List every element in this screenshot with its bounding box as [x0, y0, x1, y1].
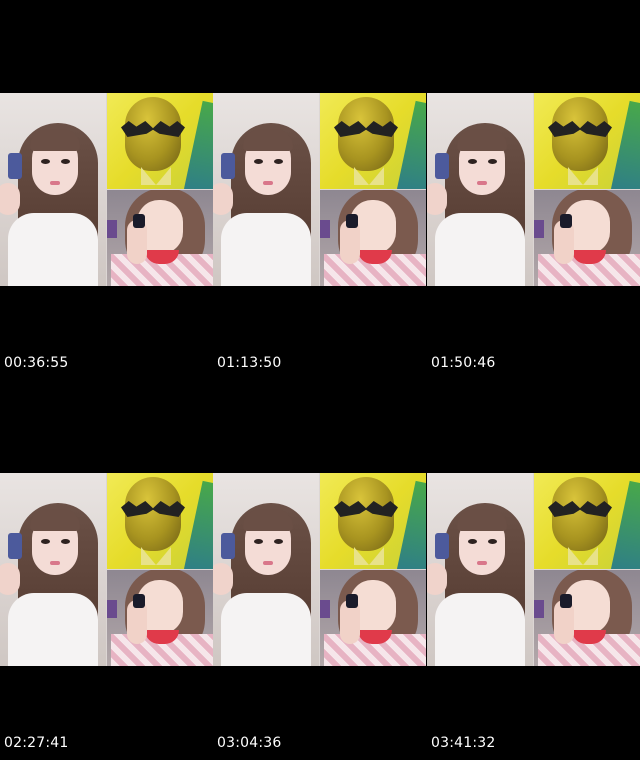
timestamp-label: 03:41:32	[431, 735, 496, 751]
thumbnail-grid: 00:36:55 01:13:50 01:50:46 02:27:41 03:0…	[0, 0, 640, 759]
video-frame[interactable]	[213, 93, 426, 286]
thumbnail-4[interactable]: 02:27:41	[0, 380, 213, 760]
guest-panel	[534, 190, 640, 286]
streamer-main-panel	[0, 473, 106, 666]
timestamp-label: 01:13:50	[217, 355, 282, 371]
video-frame[interactable]	[0, 473, 213, 666]
yellow-character-panel	[107, 473, 213, 569]
timestamp-label: 03:04:36	[217, 735, 282, 751]
guest-panel	[320, 190, 426, 286]
yellow-character-panel	[320, 93, 426, 189]
timestamp-label: 00:36:55	[4, 355, 69, 371]
yellow-character-panel	[107, 93, 213, 189]
video-frame[interactable]	[0, 93, 213, 286]
thumbnail-3[interactable]: 01:50:46	[427, 0, 640, 380]
yellow-character-panel	[534, 473, 640, 569]
guest-panel	[320, 570, 426, 666]
streamer-main-panel	[0, 93, 106, 286]
video-frame[interactable]	[213, 473, 426, 666]
streamer-main-panel	[213, 473, 319, 666]
timestamp-label: 02:27:41	[4, 735, 69, 751]
timestamp-label: 01:50:46	[431, 355, 496, 371]
guest-panel	[107, 570, 213, 666]
guest-panel	[107, 190, 213, 286]
streamer-main-panel	[427, 93, 533, 286]
yellow-character-panel	[534, 93, 640, 189]
streamer-main-panel	[427, 473, 533, 666]
video-frame[interactable]	[427, 93, 640, 286]
thumbnail-6[interactable]: 03:41:32	[427, 380, 640, 760]
thumbnail-2[interactable]: 01:13:50	[213, 0, 426, 380]
video-frame[interactable]	[427, 473, 640, 666]
streamer-main-panel	[213, 93, 319, 286]
guest-panel	[534, 570, 640, 666]
yellow-character-panel	[320, 473, 426, 569]
thumbnail-5[interactable]: 03:04:36	[213, 380, 426, 760]
thumbnail-1[interactable]: 00:36:55	[0, 0, 213, 380]
